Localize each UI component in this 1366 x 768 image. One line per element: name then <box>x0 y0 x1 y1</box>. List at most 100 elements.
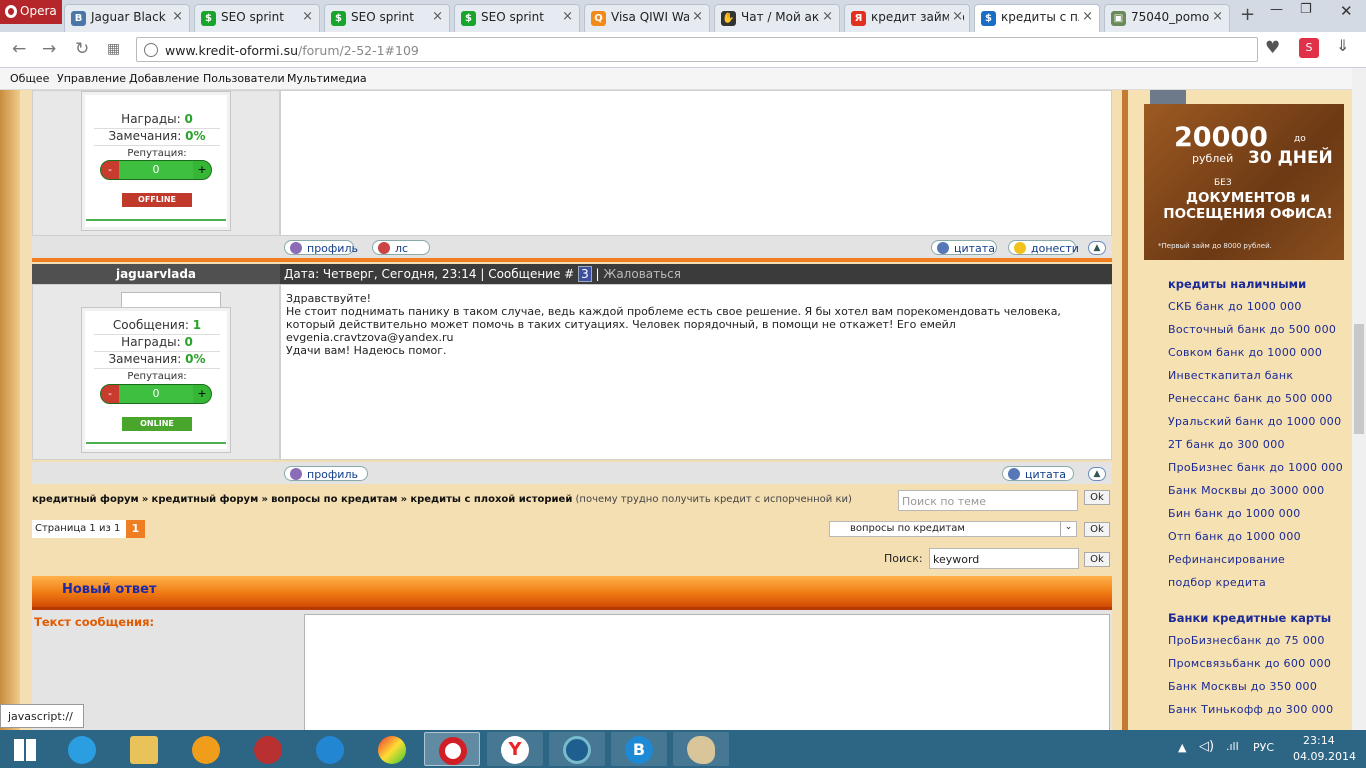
clock-time[interactable]: 23:14 <box>1303 734 1335 747</box>
loan-banner[interactable]: 20000 до рублей 30 ДНЕЙ БЕЗ ДОКУМЕНТОВ и… <box>1144 104 1344 260</box>
post-username[interactable]: jaguarvlada <box>32 264 280 284</box>
rep-minus-button[interactable]: - <box>101 385 119 403</box>
sidebar-bank-link[interactable]: подбор кредита <box>1168 576 1266 589</box>
rep-minus-button[interactable]: - <box>101 161 119 179</box>
crumb-topic[interactable]: кредиты с плохой историей <box>410 494 572 505</box>
extension-icon[interactable]: S <box>1299 38 1319 58</box>
complain-link[interactable]: Жаловаться <box>603 267 681 281</box>
browser-tab[interactable]: ✋ Чат / Мой акк × <box>714 4 840 32</box>
tab-close-icon[interactable]: × <box>169 9 183 24</box>
profile-button[interactable]: профиль <box>284 466 368 481</box>
clock-date[interactable]: 04.09.2014 <box>1293 750 1356 763</box>
browser-tab[interactable]: $ SEO sprint × <box>324 4 450 32</box>
browser-tab[interactable]: $ кредиты с пло × <box>974 4 1100 32</box>
back-icon[interactable]: ← <box>12 39 26 59</box>
bookmark-media[interactable]: Мультимедиа <box>287 72 367 85</box>
quote-button[interactable]: цитата <box>1002 466 1074 481</box>
close-window-icon[interactable]: ✕ <box>1340 2 1353 20</box>
sidebar-bank-link[interactable]: Рефинансирование <box>1168 553 1285 566</box>
topic-search-ok[interactable]: Ok <box>1084 490 1110 505</box>
browser-tab[interactable]: Якредит займ ф × <box>844 4 970 32</box>
browser-tab[interactable]: ▣ 75040_pomosh × <box>1104 4 1230 32</box>
tab-close-icon[interactable]: × <box>1079 9 1093 24</box>
scroll-top-icon[interactable]: ▲ <box>1088 467 1106 481</box>
message-textarea[interactable] <box>304 614 1110 730</box>
sidebar-bank-link[interactable]: Инвесткапитал банк <box>1168 369 1293 382</box>
browser-tab[interactable]: Q Visa QIWI Wall × <box>584 4 710 32</box>
profile-button[interactable]: профиль <box>284 240 358 255</box>
start-button[interactable] <box>0 732 50 766</box>
sidebar-bank-link[interactable]: Совком банк до 1000 000 <box>1168 346 1322 359</box>
language-indicator[interactable]: РУС <box>1253 741 1274 754</box>
sidebar-bank-link[interactable]: Восточный банк до 500 000 <box>1168 323 1336 336</box>
bookmark-add[interactable]: Добавление <box>129 72 199 85</box>
search-ok-button[interactable]: Ok <box>1084 552 1110 567</box>
new-tab-button[interactable]: + <box>1240 4 1255 25</box>
jump-ok-button[interactable]: Ok <box>1084 522 1110 537</box>
tab-close-icon[interactable]: × <box>819 9 833 24</box>
download-icon[interactable]: ⇓ <box>1336 36 1349 55</box>
speed-dial-icon[interactable]: ▦ <box>107 41 120 57</box>
tab-close-icon[interactable]: × <box>689 9 703 24</box>
rep-plus-button[interactable]: + <box>193 161 211 179</box>
taskbar-explorer[interactable] <box>116 732 172 766</box>
taskbar-opera[interactable] <box>424 732 480 766</box>
opera-menu-button[interactable]: Opera <box>0 0 62 24</box>
taskbar-ie[interactable] <box>54 732 110 766</box>
browser-tab[interactable]: $ SEO sprint × <box>194 4 320 32</box>
post-number[interactable]: 3 <box>578 266 592 282</box>
page-current[interactable]: 1 <box>126 520 145 538</box>
bookmark-manage[interactable]: Управление <box>57 72 126 85</box>
tab-close-icon[interactable]: × <box>299 9 313 24</box>
page-scrollbar[interactable] <box>1352 68 1366 730</box>
taskbar-app-globe[interactable] <box>549 732 605 766</box>
reload-icon[interactable]: ↻ <box>75 39 89 59</box>
crumb-forum[interactable]: кредитный форум <box>32 494 139 505</box>
tray-arrow-icon[interactable]: ▲ <box>1178 741 1186 754</box>
url-field[interactable]: www.kredit-oformi.su/forum/2-52-1#109 <box>136 37 1258 62</box>
report-button[interactable]: донести <box>1008 240 1079 255</box>
sidebar-bank-link[interactable]: Ренессанс банк до 500 000 <box>1168 392 1333 405</box>
sidebar-bank-link[interactable]: Уральский банк до 1000 000 <box>1168 415 1341 428</box>
forum-jump-select[interactable]: вопросы по кредитам ⌄ <box>829 521 1077 537</box>
taskbar-yandex[interactable]: Y <box>487 732 543 766</box>
sidebar-bank-link[interactable]: СКБ банк до 1000 000 <box>1168 300 1302 313</box>
scrollbar-thumb[interactable] <box>1354 324 1364 434</box>
crumb-section[interactable]: кредитный форум <box>152 494 259 505</box>
taskbar-avast[interactable] <box>178 732 234 766</box>
forward-icon[interactable]: → <box>42 39 56 59</box>
sidebar-bank-link[interactable]: Банк Москвы до 3000 000 <box>1168 484 1324 497</box>
taskbar-paint[interactable] <box>673 732 729 766</box>
minimize-icon[interactable]: — <box>1270 2 1283 17</box>
sidebar-bank-link[interactable]: Банк Москвы до 350 000 <box>1168 680 1317 693</box>
taskbar-app-red[interactable] <box>240 732 296 766</box>
heart-icon[interactable]: ♥ <box>1265 38 1280 58</box>
topic-search-input[interactable]: Поиск по теме <box>898 490 1078 511</box>
browser-tab[interactable]: $ SEO sprint × <box>454 4 580 32</box>
taskbar-app-b[interactable]: B <box>611 732 667 766</box>
bookmark-general[interactable]: Общее <box>10 72 49 85</box>
taskbar-app-blue[interactable] <box>302 732 358 766</box>
search-input[interactable]: keyword <box>929 548 1079 569</box>
taskbar-app-ball[interactable] <box>364 732 420 766</box>
crumb-category[interactable]: вопросы по кредитам <box>271 494 397 505</box>
pm-button[interactable]: лс <box>372 240 430 255</box>
sidebar-bank-link[interactable]: ПроБизнес банк до 1000 000 <box>1168 461 1343 474</box>
restore-icon[interactable]: ❐ <box>1300 2 1312 17</box>
rep-plus-button[interactable]: + <box>193 385 211 403</box>
scroll-top-icon[interactable]: ▲ <box>1088 241 1106 255</box>
tab-close-icon[interactable]: × <box>1209 9 1223 24</box>
chevron-down-icon[interactable]: ⌄ <box>1060 522 1076 536</box>
sidebar-bank-link[interactable]: 2Т банк до 300 000 <box>1168 438 1285 451</box>
tab-close-icon[interactable]: × <box>559 9 573 24</box>
sidebar-bank-link[interactable]: Отп банк до 1000 000 <box>1168 530 1301 543</box>
tab-close-icon[interactable]: × <box>949 9 963 24</box>
sidebar-bank-link[interactable]: Бин банк до 1000 000 <box>1168 507 1301 520</box>
quote-button[interactable]: цитата <box>931 240 997 255</box>
bookmark-users[interactable]: Пользователи <box>203 72 285 85</box>
sidebar-bank-link[interactable]: ПроБизнесбанк до 75 000 <box>1168 634 1325 647</box>
signal-icon[interactable]: .ıll <box>1226 740 1239 753</box>
browser-tab[interactable]: B Jaguar Black × <box>64 4 190 32</box>
volume-icon[interactable]: ◁) <box>1199 739 1214 754</box>
tab-close-icon[interactable]: × <box>429 9 443 24</box>
